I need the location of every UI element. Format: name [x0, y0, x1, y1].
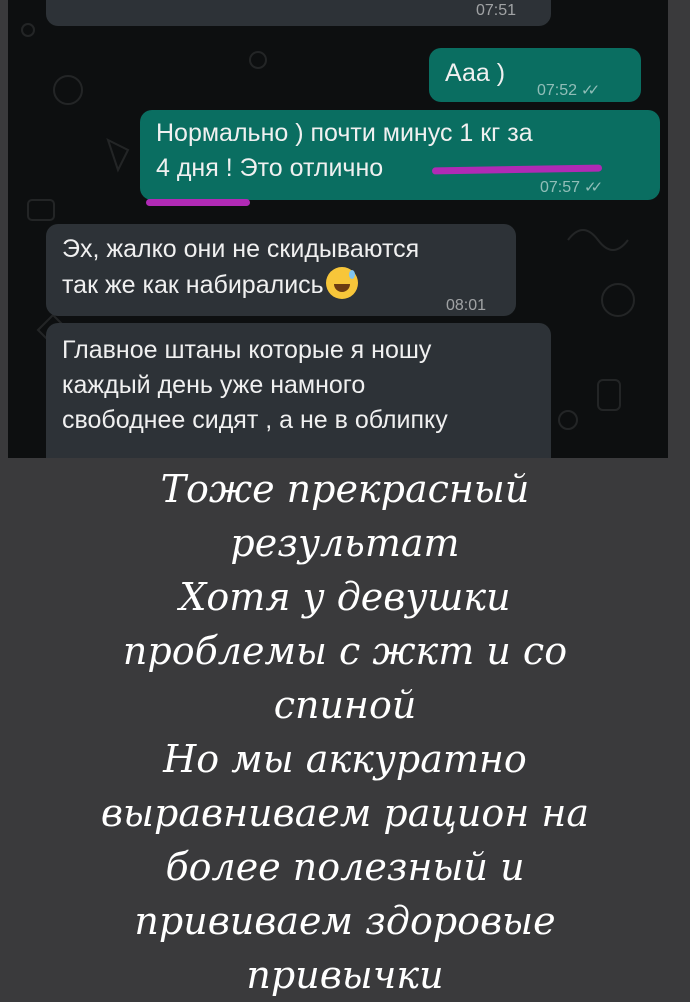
message-text-line: так же как набирались	[62, 271, 324, 299]
message-bubble-outgoing[interactable]: Нормально ) почти минус 1 кг за 4 дня ! …	[140, 110, 660, 200]
caption-line: Хотя у девушки	[179, 575, 511, 619]
message-text-line: свободнее сидят , а не в облипку	[62, 406, 448, 434]
caption-line: результат	[230, 521, 460, 565]
caption-line: спиной	[273, 683, 417, 727]
caption-line: выравниваем рацион на	[100, 791, 590, 835]
chat-screenshot: 07:51 Ааа ) 07:52 ✓✓ Нормально ) почти ми…	[8, 0, 668, 458]
message-time: 07:57 ✓✓	[540, 179, 603, 196]
caption-line: проблемы с жкт и со	[122, 629, 568, 673]
caption-line: Тоже прекрасный	[160, 467, 530, 511]
message-bubble-outgoing[interactable]: Ааа ) 07:52 ✓✓	[429, 48, 641, 102]
caption-line: привычки	[246, 953, 444, 997]
message-bubble-partial: 07:51	[46, 0, 551, 26]
message-text-line: Эх, жалко они не скидываются	[62, 235, 420, 263]
read-ticks-icon: ✓✓	[581, 82, 600, 99]
story-caption: Тоже прекрасный результат Хотя у девушки…	[0, 462, 690, 1002]
message-time: 07:52 ✓✓	[537, 82, 600, 99]
caption-line: более полезный и	[165, 845, 525, 889]
caption-line: прививаем здоровые	[134, 899, 556, 943]
message-bubble-incoming[interactable]: Главное штаны которые я ношу каждый день…	[46, 323, 551, 458]
read-ticks-icon: ✓✓	[584, 179, 603, 196]
message-bubble-incoming[interactable]: Эх, жалко они не скидываются так же как …	[46, 224, 516, 316]
message-text-line: Главное штаны которые я ношу	[62, 336, 432, 364]
message-time: 07:51	[476, 2, 517, 19]
highlight-underline	[146, 199, 250, 206]
message-time: 08:01	[446, 297, 487, 314]
message-text-line: каждый день уже намного	[62, 371, 366, 399]
message-text-line: Нормально ) почти минус 1 кг за	[156, 119, 533, 147]
message-text: Ааа )	[445, 59, 506, 87]
sweat-smile-emoji-icon	[325, 267, 358, 299]
caption-line: Но мы аккуратно	[163, 737, 527, 781]
